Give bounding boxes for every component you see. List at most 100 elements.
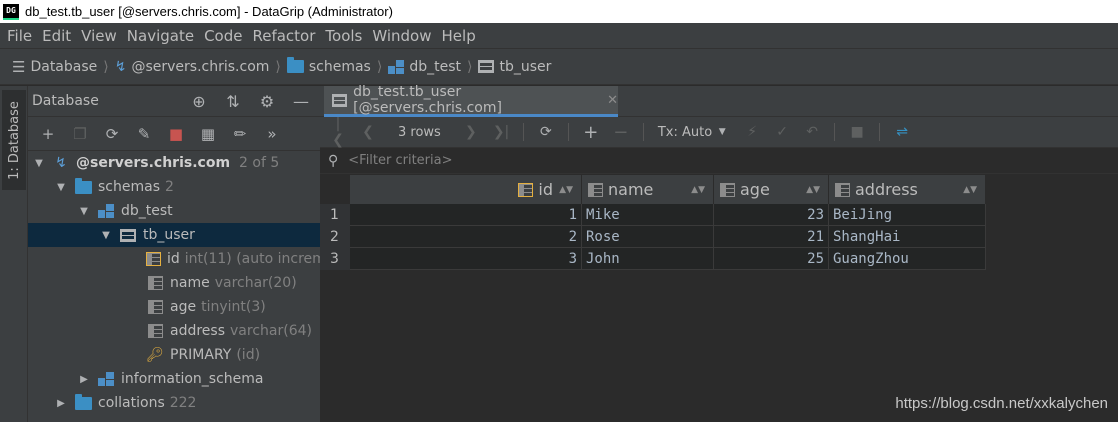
menu-code[interactable]: Code [199,27,247,45]
collapsed-arrow-icon[interactable]: ▶ [54,398,68,409]
cell-name[interactable]: Mike [582,204,714,226]
first-page-icon[interactable]: |❮ [330,116,346,148]
commit-check-icon[interactable]: ✓ [774,124,790,140]
more-icon[interactable]: » [262,125,282,143]
toolbar-separator [834,123,836,141]
edit-icon[interactable]: ✏ [230,125,250,143]
stop-icon[interactable]: ■ [849,124,865,140]
sort-icon[interactable]: ▲▼ [963,185,977,195]
menu-bar: File Edit View Navigate Code Refactor To… [0,23,1118,48]
table-row: 2 2 Rose 21 ShangHai [320,226,986,248]
cell-id[interactable]: 1 [350,204,582,226]
menu-navigate[interactable]: Navigate [122,27,199,45]
locate-icon[interactable]: ⊕ [190,92,208,111]
breadcrumb-database[interactable]: ☰ Database [12,58,97,76]
tree-schemas[interactable]: ▼ schemas 2 [28,175,320,199]
add-row-icon[interactable]: + [583,122,599,143]
database-tool-tab[interactable]: 1: Database [2,90,26,190]
cell-address[interactable]: GuangZhou [829,248,986,270]
breadcrumb-datasource[interactable]: ↯ @servers.chris.com [115,59,270,75]
stop-icon[interactable]: ■ [166,125,186,143]
tab-db-test-tb-user[interactable]: db_test.tb_user [@servers.chris.com] ✕ [324,84,618,117]
cell-age[interactable]: 21 [714,226,829,248]
toolbar-separator [567,123,569,141]
column-header-address[interactable]: address ▲▼ [829,175,986,204]
expanded-arrow-icon[interactable]: ▼ [54,182,68,193]
cell-age[interactable]: 23 [714,204,829,226]
tree-information-schema[interactable]: ▶ information_schema [28,367,320,391]
toolbar-separator [522,123,524,141]
search-icon: ⚲ [328,152,339,169]
submit-icon[interactable]: ⚡ [744,124,760,140]
cell-id[interactable]: 2 [350,226,582,248]
schema-compare-icon[interactable]: ✎ [134,125,154,143]
row-number[interactable]: 1 [320,204,350,226]
compare-arrows-icon[interactable]: ⇌ [894,124,910,140]
expanded-arrow-icon[interactable]: ▼ [32,158,46,169]
toolbar-separator [642,123,644,141]
tree-column-id[interactable]: id int(11) (auto increment) [28,247,320,271]
filter-bar[interactable]: ⚲ <Filter criteria> [320,148,1118,174]
result-grid: id ▲▼ name ▲▼ age ▲▼ address ▲▼ 1 1 Mike… [320,175,1118,422]
cell-name[interactable]: Rose [582,226,714,248]
add-icon[interactable]: + [38,125,58,143]
cell-id[interactable]: 3 [350,248,582,270]
rollback-icon[interactable]: ↶ [804,124,820,140]
data-grid-toolbar: |❮ ❮ 3 rows ❯ ❯| ⟳ + − Tx: Auto ▼ ⚡ ✓ ↶ … [320,116,1118,148]
column-header-id[interactable]: id ▲▼ [350,175,582,204]
breadcrumb-db-test[interactable]: db_test [388,59,461,75]
tree-column-name[interactable]: name varchar(20) [28,271,320,295]
menu-file[interactable]: File [2,27,37,45]
sort-icon[interactable]: ▲▼ [691,185,705,195]
folder-icon [286,57,304,73]
column-header-name[interactable]: name ▲▼ [582,175,714,204]
menu-view[interactable]: View [76,27,122,45]
tree-column-address[interactable]: address varchar(64) [28,319,320,343]
filter-input[interactable]: <Filter criteria> [348,153,452,168]
editor-tab-bar: db_test.tb_user [@servers.chris.com] ✕ [320,84,1118,117]
delete-row-icon[interactable]: − [613,122,629,143]
sort-icon[interactable]: ▲▼ [806,185,820,195]
row-number[interactable]: 2 [320,226,350,248]
menu-help[interactable]: Help [437,27,481,45]
duplicate-icon[interactable]: ❐ [70,125,90,143]
row-count-label[interactable]: 3 rows [398,125,441,140]
menu-refactor[interactable]: Refactor [247,27,320,45]
menu-edit[interactable]: Edit [37,27,76,45]
row-number[interactable]: 3 [320,248,350,270]
expanded-arrow-icon[interactable]: ▼ [77,206,91,217]
minimize-icon[interactable]: — [292,92,310,111]
cell-age[interactable]: 25 [714,248,829,270]
tree-primary-key[interactable]: 🔑︎ PRIMARY (id) [28,343,320,367]
sort-icon[interactable]: ▲▼ [559,185,573,195]
tree-column-age[interactable]: age tinyint(3) [28,295,320,319]
expanded-arrow-icon[interactable]: ▼ [99,230,113,241]
next-page-icon[interactable]: ❯ [463,124,479,140]
transaction-mode-dropdown[interactable]: Tx: Auto [658,125,712,140]
table-view-icon[interactable]: ▦ [198,125,218,143]
collapsed-arrow-icon[interactable]: ▶ [77,374,91,385]
refresh-icon[interactable]: ⟳ [538,124,554,140]
close-icon[interactable]: ✕ [607,93,618,108]
collapse-all-icon[interactable]: ⇅ [224,92,242,111]
schema-icon [98,372,114,386]
gear-icon[interactable]: ⚙ [258,92,276,111]
cell-name[interactable]: John [582,248,714,270]
previous-page-icon[interactable]: ❮ [360,124,376,140]
folder-icon [74,177,92,194]
last-page-icon[interactable]: ❯| [493,124,509,140]
breadcrumb-tb-user[interactable]: tb_user [478,59,551,75]
menu-tools[interactable]: Tools [320,27,367,45]
database-stack-icon: ☰ [12,57,26,76]
tree-collations[interactable]: ▶ collations 222 [28,391,320,415]
tree-table-tb-user[interactable]: ▼ tb_user [28,223,320,247]
tree-db-test[interactable]: ▼ db_test [28,199,320,223]
cell-address[interactable]: ShangHai [829,226,986,248]
column-header-age[interactable]: age ▲▼ [714,175,829,204]
chevron-down-icon[interactable]: ▼ [714,127,730,137]
menu-window[interactable]: Window [367,27,436,45]
cell-address[interactable]: BeiJing [829,204,986,226]
tree-datasource[interactable]: ▼ ↯ @servers.chris.com 2 of 5 [28,151,320,175]
refresh-icon[interactable]: ⟳ [102,125,122,143]
breadcrumb-schemas[interactable]: schemas [286,57,371,75]
